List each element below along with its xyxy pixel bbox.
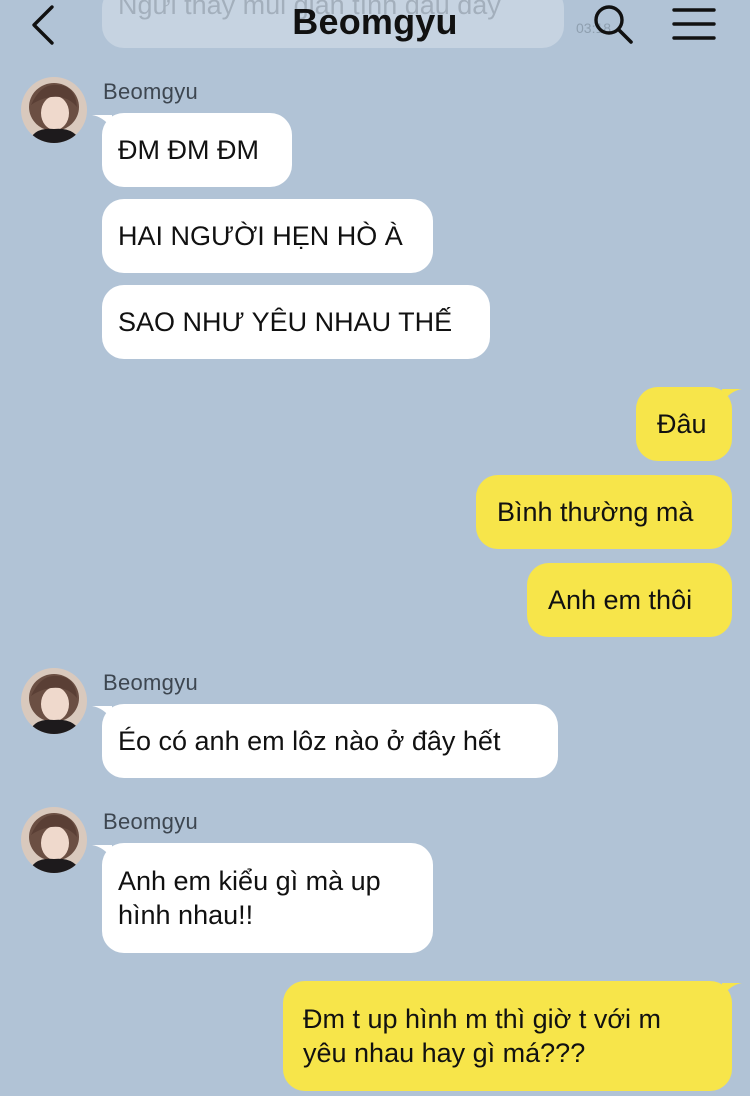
message-text: HAI NGƯỜI HẸN HÒ À [118,221,403,251]
bubble-tail [722,983,742,997]
sender-name: Beomgyu [103,79,199,104]
message-bubble[interactable]: Anh em thôi [527,563,732,637]
message-text: SAO NHƯ YÊU NHAU THẾ [118,307,453,337]
bubble-tail [722,389,742,403]
message-bubble[interactable]: ĐM ĐM ĐM [92,113,292,187]
message-bubble[interactable]: Đm t up hình m thì giờ t với m yêu nhau … [283,981,742,1091]
avatar-photo-icon [21,807,87,873]
message-text: Anh em thôi [548,585,693,615]
message-bubble[interactable]: HAI NGƯỜI HẸN HÒ À [102,199,433,273]
message-bubble[interactable]: SAO NHƯ YÊU NHAU THẾ [102,285,490,359]
hamburger-menu-icon[interactable] [672,6,716,42]
message-bubble[interactable]: Éo có anh em lôz nào ở đây hết [92,704,558,778]
chat-title: Beomgyu [292,1,458,42]
bubble-tail [92,845,112,859]
sender-name: Beomgyu [103,670,199,695]
message-text: Éo có anh em lôz nào ở đây hết [118,726,501,756]
chat-header: Beomgyu [0,0,750,50]
avatar-photo-icon [21,77,87,143]
bubble-tail [92,706,112,720]
message-text: Đm t up hình m thì giờ t với m yêu nhau … [303,1004,662,1068]
bubble-tail [92,115,112,129]
avatar[interactable] [21,807,87,873]
avatar[interactable] [21,77,87,143]
message-bubble[interactable]: Anh em kiểu gì mà up hình nhau!! [92,843,433,953]
message-text: Bình thường mà [497,497,694,527]
message-bubble[interactable]: Bình thường mà [476,475,732,549]
avatar[interactable] [21,668,87,734]
avatar-photo-icon [21,668,87,734]
search-icon[interactable] [592,3,634,45]
sender-name: Beomgyu [103,809,199,834]
message-text: Đâu [657,409,707,439]
chat-screen: Ngửi thấy mùi gian tình đâu đây 03:18 Be… [0,0,750,1096]
message-text: ĐM ĐM ĐM [118,135,259,165]
message-text: Anh em kiểu gì mà up hình nhau!! [118,866,381,930]
message-bubble[interactable]: Đâu [636,387,742,461]
